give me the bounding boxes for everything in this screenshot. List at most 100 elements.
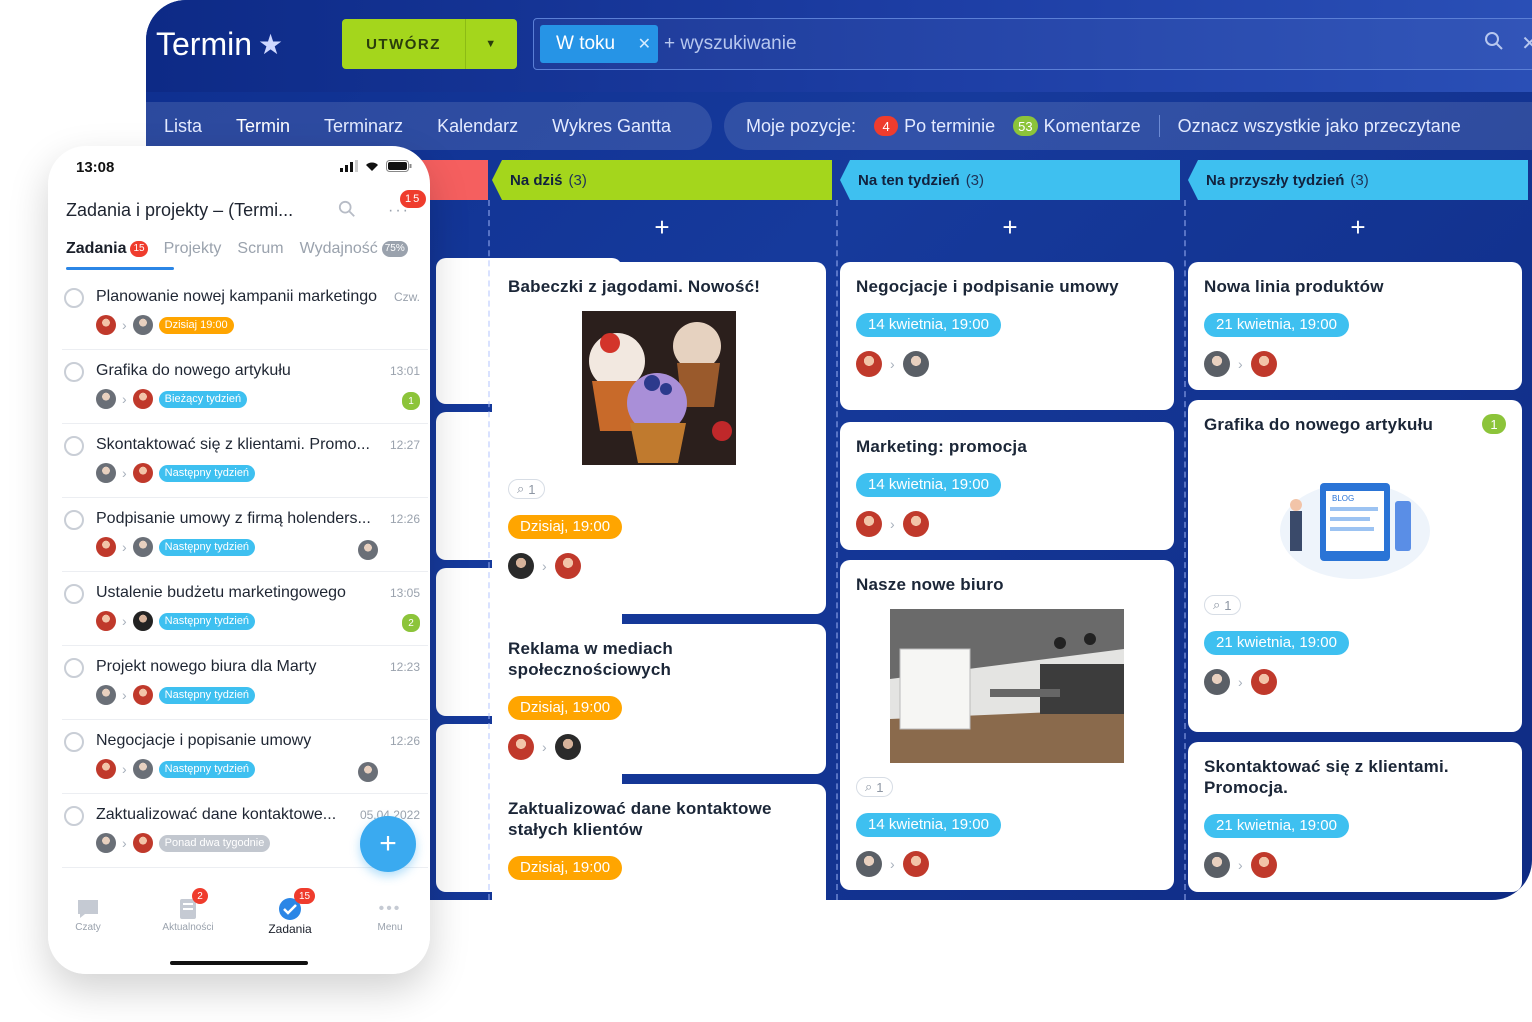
chevron-right-icon: ›	[542, 558, 547, 574]
assignees: ›	[508, 734, 810, 760]
create-button[interactable]: UTWÓRZ ▼	[342, 19, 517, 69]
attachment-count[interactable]: ⌕ 1	[1204, 595, 1241, 615]
add-card-button[interactable]: +	[492, 200, 832, 254]
avatar[interactable]	[554, 734, 581, 760]
more-menu[interactable]: ··· 15	[388, 190, 427, 220]
attachment-number: 1	[876, 779, 884, 795]
list-item[interactable]: Planowanie nowej kampanii marketingo... …	[62, 276, 428, 350]
tab-tasks-bottom[interactable]: 15 Zadania	[250, 888, 330, 936]
task-card[interactable]: Nasze nowe biuro ⌕ 1 14 kwietnia, 19:00 ›	[840, 560, 1174, 890]
task-card[interactable]: Nowa linia produktów 21 kwietnia, 19:00 …	[1188, 262, 1522, 390]
search-bar[interactable]: W toku ✕ + wyszukiwanie ✕	[533, 18, 1532, 70]
app-title: Termin ★	[156, 26, 283, 63]
tab-gantt[interactable]: Wykres Gantta	[552, 116, 671, 137]
complete-checkbox[interactable]	[64, 436, 84, 456]
cupcake-image	[582, 311, 736, 465]
list-item[interactable]: Projekt nowego biura dla Marty 12:23 › Na…	[62, 646, 428, 720]
complete-checkbox[interactable]	[64, 362, 84, 382]
avatar[interactable]	[1204, 852, 1230, 878]
office-image	[890, 609, 1124, 763]
task-card[interactable]: Skontaktować się z klientami. Promocja. …	[1188, 742, 1522, 892]
avatar[interactable]	[508, 734, 534, 760]
avatar	[96, 463, 116, 483]
avatar[interactable]	[902, 851, 929, 877]
avatar[interactable]	[856, 851, 882, 877]
task-card[interactable]: Zaktualizować dane kontaktowe stałych kl…	[492, 784, 826, 900]
tab-calendar[interactable]: Kalendarz	[437, 116, 518, 137]
complete-checkbox[interactable]	[64, 806, 84, 826]
card-title: Babeczki z jagodami. Nowość!	[508, 277, 761, 296]
card-title: Marketing: promocja	[856, 437, 1027, 456]
search-icon[interactable]	[338, 200, 356, 218]
attachment-count[interactable]: ⌕ 1	[508, 479, 545, 499]
task-card[interactable]: Negocjacje i podpisanie umowy 14 kwietni…	[840, 262, 1174, 410]
tab-menu-label: Menu	[377, 922, 403, 933]
create-button-label[interactable]: UTWÓRZ	[342, 19, 466, 69]
tab-projects[interactable]: Projekty	[164, 240, 222, 258]
avatar[interactable]	[1250, 669, 1277, 695]
avatar[interactable]	[554, 553, 581, 579]
task-time: 13:01	[389, 364, 420, 378]
avatar[interactable]	[856, 351, 882, 377]
avatar[interactable]	[1250, 852, 1277, 878]
list-item[interactable]: Ustalenie budżetu marketingowego 13:05 ›…	[62, 572, 428, 646]
mark-all-read-link[interactable]: Oznacz wszystkie jako przeczytane	[1178, 116, 1461, 137]
caret-down-icon[interactable]: ▼	[466, 19, 517, 69]
complete-checkbox[interactable]	[64, 732, 84, 752]
complete-checkbox[interactable]	[64, 584, 84, 604]
overdue-filter[interactable]: 4 Po terminie	[874, 116, 995, 137]
avatar[interactable]	[1250, 351, 1277, 377]
tab-menu[interactable]: ••• Menu	[350, 896, 430, 933]
task-card[interactable]: Grafika do nowego artykułu 1 BLOG ⌕ 1 21 …	[1188, 400, 1522, 732]
chevron-right-icon: ›	[122, 613, 127, 629]
tab-performance[interactable]: Wydajność 75%	[300, 240, 408, 258]
deadline-pill: Bieżący tydzień	[158, 390, 248, 408]
tab-tasks[interactable]: Zadania 15	[66, 240, 174, 270]
chevron-right-icon: ›	[122, 465, 127, 481]
avatar[interactable]	[508, 553, 534, 579]
add-card-button[interactable]: +	[840, 200, 1180, 254]
search-icon[interactable]	[1484, 31, 1504, 51]
complete-checkbox[interactable]	[64, 288, 84, 308]
tab-news[interactable]: 2 Aktualności	[148, 888, 228, 933]
deadline-pill: Następny tydzień	[158, 464, 256, 482]
due-date-badge: Dzisiaj, 19:00	[508, 856, 623, 880]
filter-chip[interactable]: W toku ✕	[540, 25, 658, 63]
clear-icon[interactable]: ✕	[1521, 31, 1532, 56]
comments-filter[interactable]: 53 Komentarze	[1013, 116, 1141, 137]
close-icon[interactable]: ✕	[638, 34, 651, 54]
list-item[interactable]: Negocjacje i popisanie umowy 12:26 › Nast…	[62, 720, 428, 794]
task-title: Ustalenie budżetu marketingowego	[96, 584, 346, 601]
avatar[interactable]	[1204, 669, 1230, 695]
tab-deadline[interactable]: Termin	[236, 116, 291, 149]
avatar[interactable]	[856, 511, 882, 537]
task-card[interactable]: Babeczki z jagodami. Nowość! ⌕ 1 Dzisiaj,…	[492, 262, 826, 614]
tab-planner[interactable]: Terminarz	[324, 116, 403, 137]
tab-scrum[interactable]: Scrum	[237, 240, 283, 258]
task-time: 12:26	[389, 512, 420, 526]
add-card-button[interactable]: +	[1188, 200, 1528, 254]
list-item[interactable]: Skontaktować się z klientami. Promo... 1…	[62, 424, 428, 498]
tab-tasks-badge: 15	[130, 240, 148, 257]
complete-checkbox[interactable]	[64, 510, 84, 530]
tab-chats[interactable]: Czaty	[48, 896, 128, 933]
card-title: Skontaktować się z klientami. Promocja.	[1204, 757, 1449, 797]
nav-bar: Lista Termin Terminarz Kalendarz Wykres …	[146, 102, 1532, 150]
assignees: ›	[1204, 351, 1506, 377]
search-input[interactable]: + wyszukiwanie	[664, 33, 797, 55]
list-item[interactable]: Grafika do nowego artykułu 13:01 › Bieżąc…	[62, 350, 428, 424]
task-title: Skontaktować się z klientami. Promo...	[96, 436, 370, 453]
deadline-pill: Następny tydzień	[158, 538, 256, 556]
tab-list[interactable]: Lista	[164, 116, 202, 137]
task-card[interactable]: Marketing: promocja 14 kwietnia, 19:00 ›	[840, 422, 1174, 550]
star-icon[interactable]: ★	[258, 28, 283, 61]
add-task-button[interactable]: +	[360, 816, 416, 872]
task-card[interactable]: Reklama w mediach społecznościowych Dzis…	[492, 624, 826, 774]
attachment-count[interactable]: ⌕ 1	[856, 777, 893, 797]
avatar[interactable]	[902, 511, 929, 537]
list-item[interactable]: Podpisanie umowy z firmą holenders... 12…	[62, 498, 428, 572]
due-date-badge: 14 kwietnia, 19:00	[856, 813, 1001, 837]
avatar[interactable]	[902, 351, 929, 377]
avatar[interactable]	[1204, 351, 1230, 377]
complete-checkbox[interactable]	[64, 658, 84, 678]
